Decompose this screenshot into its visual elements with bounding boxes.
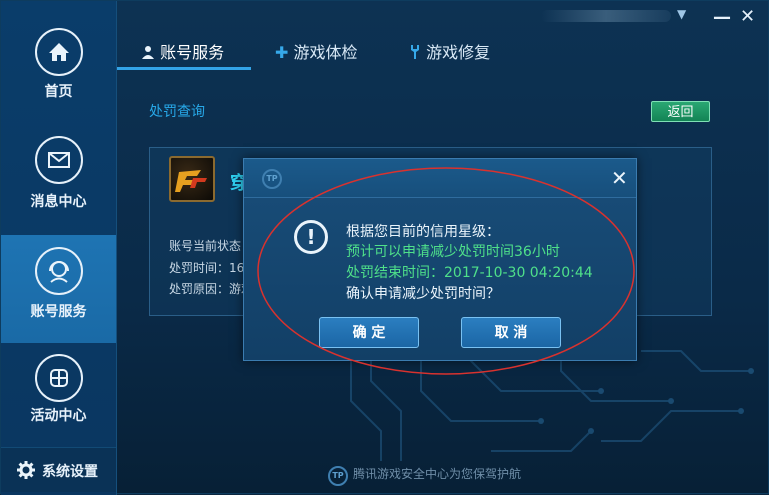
tp-logo-icon: TP	[328, 466, 348, 486]
home-icon	[35, 28, 83, 76]
annotation-ellipse	[257, 167, 635, 375]
tab-game-checkup[interactable]: ✚ 游戏体检	[275, 39, 358, 63]
tab-label: 游戏修复	[426, 43, 491, 62]
mail-icon	[35, 136, 83, 184]
sidebar-item-label: 首页	[44, 84, 73, 100]
sidebar-item-activity[interactable]: 活动中心	[1, 341, 116, 449]
plus-icon: ✚	[275, 43, 289, 62]
penalty-reason-label: 处罚原因：游戏	[169, 282, 254, 296]
wrench-icon	[411, 45, 419, 59]
account-field[interactable]	[541, 10, 671, 22]
sidebar-item-label: 活动中心	[30, 408, 87, 424]
sidebar-item-account-service[interactable]: 账号服务	[1, 235, 116, 343]
tab-game-repair[interactable]: 游戏修复	[409, 39, 490, 63]
chevron-down-icon[interactable]: ▼	[677, 7, 686, 21]
gear-icon	[17, 461, 35, 479]
tab-label: 游戏体检	[293, 43, 358, 62]
tab-label: 账号服务	[160, 43, 225, 62]
game-logo	[169, 156, 215, 202]
app-window: 首页 消息中心 账号服务 活动中心 系统设置 ▼ — ✕ 账号服务 ✚ 游戏体检…	[0, 0, 769, 495]
sidebar-item-label: 消息中心	[30, 194, 87, 210]
footer-text: 腾讯游戏安全中心为您保驾护航	[353, 467, 522, 481]
sidebar-item-label: 账号服务	[30, 304, 87, 320]
account-status-label: 账号当前状态	[169, 239, 242, 253]
sidebar-item-messages[interactable]: 消息中心	[1, 109, 116, 217]
back-button[interactable]: 返回	[651, 101, 710, 122]
system-settings-button[interactable]: 系统设置	[1, 447, 116, 492]
page-title: 处罚查询	[149, 104, 205, 120]
settings-label: 系统设置	[42, 464, 98, 480]
penalty-time-label: 处罚时间：16	[169, 261, 245, 275]
minimize-icon[interactable]: —	[713, 7, 731, 28]
sidebar-item-home[interactable]: 首页	[1, 1, 116, 109]
grid-icon	[35, 354, 83, 402]
tab-account-service[interactable]: 账号服务	[141, 39, 224, 63]
active-tab-indicator	[117, 67, 251, 70]
sidebar: 首页 消息中心 账号服务 活动中心 系统设置	[1, 1, 117, 495]
user-icon	[142, 46, 154, 59]
close-window-icon[interactable]: ✕	[740, 6, 755, 27]
headset-icon	[35, 247, 83, 295]
